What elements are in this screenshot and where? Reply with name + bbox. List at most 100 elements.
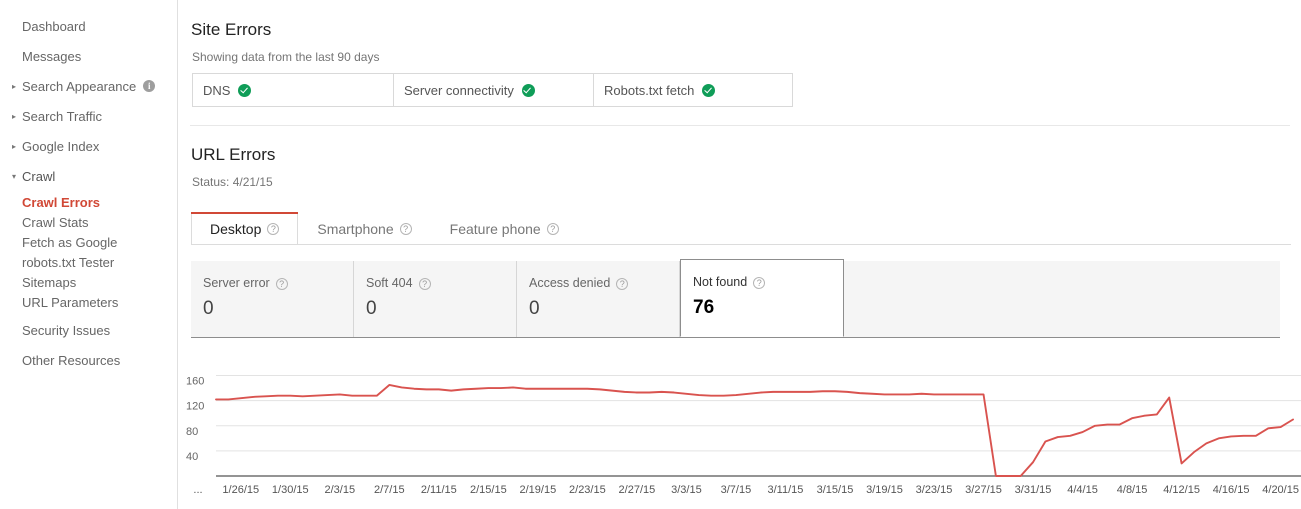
sidebar-item-google-index[interactable]: ▸ Google Index [0,132,177,162]
sidebar-item-other-resources[interactable]: Other Resources [0,346,177,376]
sidebar-item-label: Search Appearance [22,79,137,94]
sidebar-subitem-label: Fetch as Google [22,234,118,250]
sidebar-item-url-parameters[interactable]: URL Parameters [0,292,177,312]
sidebar-item-label: Messages [22,49,82,64]
question-mark-icon[interactable]: ? [418,278,431,290]
sidebar-item-label: Search Traffic [22,109,102,124]
sidebar-item-label: Google Index [22,139,100,154]
tab-label: Feature phone [449,221,541,237]
stat-card-value: 0 [529,298,540,319]
chart-x-tick-label: 3/3/15 [671,484,702,496]
chart-x-tick-label: 2/7/15 [374,484,405,496]
sidebar-crawl-submenu: Crawl Errors Crawl Stats Fetch as Google… [0,192,177,312]
site-errors-status-row: DNS Server connectivity Robots.txt fetch [192,73,793,107]
tab-desktop[interactable]: Desktop ? [191,212,299,245]
chart-y-tick-label: 160 [186,376,204,388]
question-mark-icon[interactable]: ? [399,223,412,235]
stat-card-server-error[interactable]: Server error? 0 [191,261,354,337]
stat-card-value: 0 [203,298,214,319]
question-mark-icon[interactable]: ? [267,222,280,235]
chart-x-tick-label: 3/19/15 [866,484,903,496]
chart-x-tick-label: 2/11/15 [421,484,457,496]
sidebar-item-messages[interactable]: Messages [0,42,177,72]
question-mark-icon[interactable]: ? [616,278,629,290]
chart-x-tick-label: 4/16/15 [1213,484,1250,496]
sidebar-subitem-label: Crawl Stats [22,214,89,230]
chart-x-tick-label: 1/26/15 [222,484,259,496]
site-error-box-server-connectivity[interactable]: Server connectivity [394,74,594,106]
chart-x-axis-labels: ... 1/26/15 1/30/15 2/3/15 2/7/15 2/11/15 2/15… [193,484,1299,496]
site-errors-heading: Site Errors [191,20,272,39]
question-mark-icon[interactable]: ? [546,223,559,235]
sidebar-item-label: Other Resources [22,353,121,368]
site-error-box-robots-txt-fetch[interactable]: Robots.txt fetch [594,74,792,106]
question-mark-icon[interactable]: ? [275,278,288,290]
sidebar-item-label: Crawl [22,169,56,184]
chart-x-tick-label: 4/8/15 [1117,484,1148,496]
stat-card-label: Soft 404 [366,276,413,290]
site-error-label: Server connectivity [404,82,514,98]
chart-y-tick-label: 40 [186,451,198,463]
sidebar-item-search-traffic[interactable]: ▸ Search Traffic [0,102,177,132]
chart-x-tick-label: 2/19/15 [520,484,557,496]
chart-x-tick-label: 3/7/15 [721,484,752,496]
sidebar-subitem-label: robots.txt Tester [22,254,115,270]
chart-x-tick-label: 4/12/15 [1163,484,1200,496]
sidebar-item-dashboard[interactable]: Dashboard [0,12,177,42]
not-found-errors-chart[interactable]: 160 120 80 40 ... 1/26/15 1/30/15 2/3/15 2/7/15… [186,355,1301,509]
check-circle-icon [238,83,252,97]
chevron-right-icon: ▸ [12,142,17,151]
check-circle-icon [702,83,716,97]
chevron-down-icon: ▾ [12,172,17,181]
sidebar-subitem-label: Sitemaps [22,274,77,290]
chart-x-tick-label: 3/31/15 [1015,484,1052,496]
error-type-strip: Server error? 0 Soft 404? 0 Access denie… [191,259,1280,338]
site-error-box-dns[interactable]: DNS [193,74,394,106]
chart-gridlines [216,375,1301,452]
stat-card-access-denied[interactable]: Access denied? 0 [517,261,680,337]
chart-y-tick-label: 120 [186,401,204,413]
site-errors-subtitle: Showing data from the last 90 days [192,50,380,64]
chart-x-tick-label: 2/27/15 [619,484,656,496]
check-circle-icon [521,83,535,97]
sidebar-item-sitemaps[interactable]: Sitemaps [0,272,177,292]
sidebar-item-search-appearance[interactable]: ▸ Search Appearance i [0,72,177,102]
sidebar-item-robots-txt-tester[interactable]: robots.txt Tester [0,252,177,272]
url-errors-heading: URL Errors [191,145,276,164]
question-mark-icon[interactable]: ? [753,277,766,289]
chart-y-tick-label: 80 [186,426,198,438]
search-console-page: Dashboard Messages ▸ Search Appearance i… [0,0,1301,509]
stat-card-label-wrap: Server error? [203,276,353,290]
sidebar-subitem-label: Crawl Errors [22,194,101,210]
tab-label: Smartphone [317,221,394,237]
sidebar-item-crawl-stats[interactable]: Crawl Stats [0,212,177,232]
site-error-label: DNS [203,82,231,98]
info-icon[interactable]: i [143,80,156,92]
sidebar-item-security-issues[interactable]: Security Issues [0,316,177,346]
tab-bar-underline [191,244,1291,245]
sidebar-navigation: Dashboard Messages ▸ Search Appearance i… [0,0,178,509]
tab-label: Desktop [210,220,262,237]
chart-x-tick-label: 4/4/15 [1067,484,1098,496]
stat-card-label: Not found [693,275,748,289]
device-tabs: Desktop ? Smartphone ? Feature phone ? [191,212,578,245]
stat-card-value: 0 [366,298,377,319]
chart-x-tick-label: 3/23/15 [916,484,953,496]
chart-series-line [215,384,1294,477]
tab-smartphone[interactable]: Smartphone ? [298,212,430,245]
stat-card-value: 76 [693,297,715,318]
stat-card-not-found[interactable]: Not found? 76 [680,259,844,337]
sidebar-item-label: Security Issues [22,323,111,338]
stat-card-soft-404[interactable]: Soft 404? 0 [354,261,517,337]
stat-card-label-wrap: Access denied? [529,276,679,290]
url-errors-status: Status: 4/21/15 [192,175,273,189]
stat-card-label-wrap: Not found? [693,275,843,289]
sidebar-item-crawl-errors[interactable]: Crawl Errors [0,192,177,212]
tab-feature-phone[interactable]: Feature phone ? [431,212,578,245]
stat-card-label: Access denied [529,276,611,290]
chart-x-tick-label: 2/15/15 [470,484,507,496]
chevron-right-icon: ▸ [12,82,17,91]
chart-svg: 160 120 80 40 ... 1/26/15 1/30/15 2/3/15 2/7/15… [186,375,1301,496]
sidebar-item-crawl[interactable]: ▾ Crawl [0,162,177,192]
sidebar-item-fetch-as-google[interactable]: Fetch as Google [0,232,177,252]
